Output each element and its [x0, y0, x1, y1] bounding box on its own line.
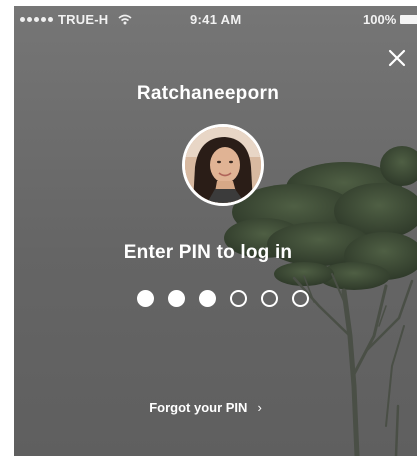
close-button[interactable]: [387, 48, 407, 68]
battery-icon: [400, 15, 417, 24]
signal-dot: [41, 17, 46, 22]
status-left: TRUE-H: [20, 12, 132, 27]
user-name: Ratchaneeporn: [136, 83, 280, 104]
status-bar: TRUE-H 9:41 AM 100%: [14, 6, 417, 32]
login-screen: TRUE-H 9:41 AM 100% Ratchaneeporn Enter …: [14, 6, 417, 456]
close-icon: [388, 49, 406, 67]
pin-dot: [199, 290, 216, 307]
tree-background-image: [224, 146, 417, 456]
chevron-right-icon: ›: [257, 400, 262, 415]
user-avatar-image: [185, 127, 261, 203]
carrier-name: TRUE-H: [58, 12, 109, 27]
signal-dot: [48, 17, 53, 22]
pin-dot: [137, 290, 154, 307]
signal-dot: [34, 17, 39, 22]
pin-indicator: [137, 290, 309, 307]
status-time: 9:41 AM: [190, 12, 242, 27]
signal-dot: [27, 17, 32, 22]
user-avatar: [182, 124, 264, 206]
signal-dot: [20, 17, 25, 22]
pin-dot: [292, 290, 309, 307]
pin-prompt: Enter PIN to log in: [123, 242, 293, 263]
wifi-icon: [118, 14, 132, 25]
forgot-pin-link[interactable]: Forgot your PIN ›: [14, 400, 397, 415]
pin-dot: [168, 290, 185, 307]
pin-dot: [261, 290, 278, 307]
battery-percentage: 100%: [363, 12, 397, 27]
forgot-pin-label: Forgot your PIN: [149, 400, 248, 415]
pin-dot: [230, 290, 247, 307]
